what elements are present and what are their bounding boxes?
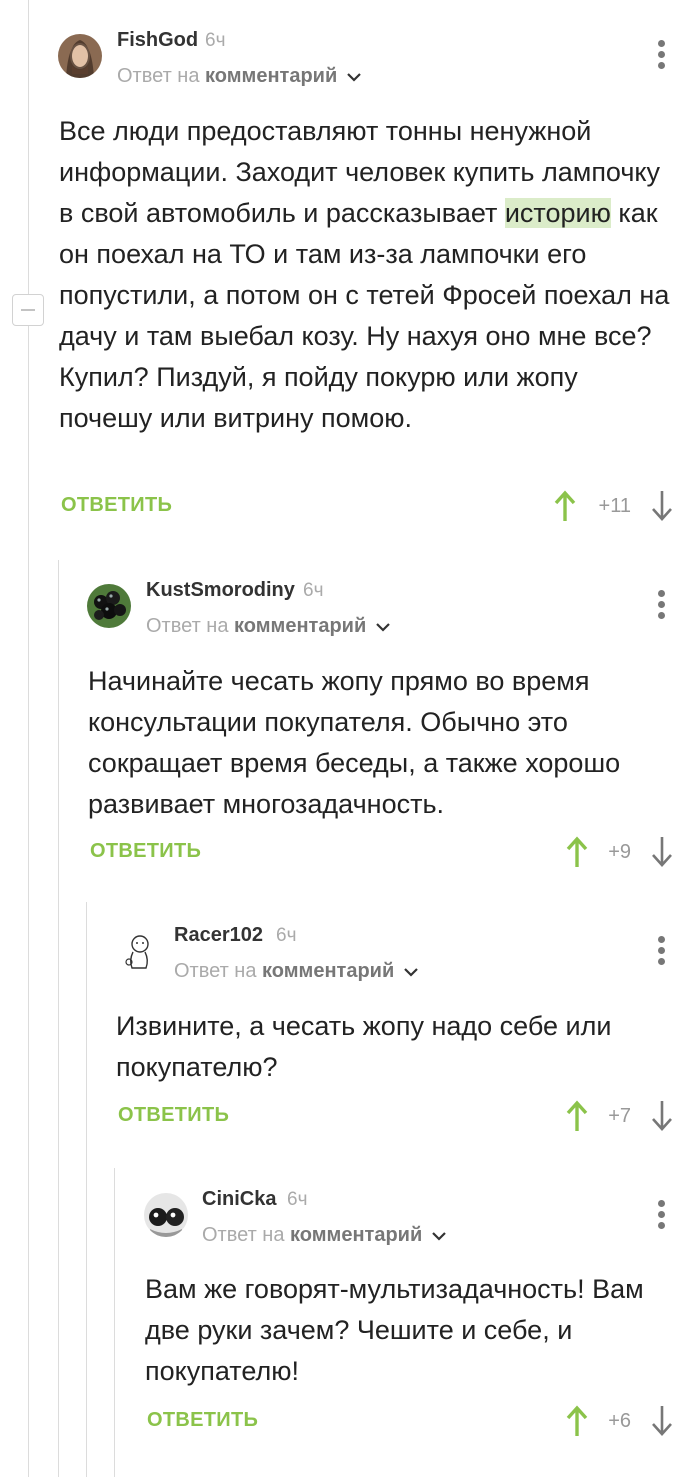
- avatar[interactable]: [116, 930, 160, 974]
- reply-prefix: Ответ на: [174, 960, 257, 982]
- vote-score: +9: [608, 841, 631, 863]
- chevron-down-icon: [432, 1231, 446, 1241]
- comment-time: 6ч: [205, 30, 226, 51]
- more-vert-icon[interactable]: [655, 590, 669, 620]
- reply-to-link[interactable]: Ответ на комментарий: [117, 65, 361, 88]
- author-name[interactable]: KustSmorodiny: [146, 579, 295, 602]
- highlighted-word: историю: [504, 198, 611, 228]
- collapse-thread-button[interactable]: [12, 294, 44, 326]
- reply-target: комментарий: [262, 960, 395, 982]
- comment-text: Извините, а чесать жопу надо себе или по…: [116, 1011, 612, 1082]
- thread-line-level-3: [86, 902, 87, 1477]
- vote-score: +6: [608, 1410, 631, 1432]
- reply-target: комментарий: [290, 1224, 423, 1246]
- comment-text: Начинайте чесать жопу прямо во время кон…: [88, 666, 621, 819]
- reply-prefix: Ответ на: [117, 65, 200, 87]
- reply-button[interactable]: ОТВЕТИТЬ: [118, 1104, 229, 1127]
- more-vert-icon[interactable]: [655, 936, 669, 966]
- thread-line-level-4: [114, 1168, 115, 1477]
- reply-button[interactable]: ОТВЕТИТЬ: [90, 840, 201, 863]
- more-vert-icon[interactable]: [655, 40, 669, 70]
- author-name[interactable]: Racer102: [174, 924, 263, 947]
- chevron-down-icon: [347, 72, 361, 82]
- more-vert-icon[interactable]: [655, 1200, 669, 1230]
- thread-line-level-2: [58, 560, 59, 1477]
- arrow-down-icon[interactable]: [651, 1100, 673, 1132]
- author-name[interactable]: FishGod: [117, 29, 198, 52]
- arrow-down-icon[interactable]: [651, 490, 673, 522]
- chevron-down-icon: [376, 622, 390, 632]
- comment-time: 6ч: [287, 1189, 308, 1210]
- reply-to-link[interactable]: Ответ на комментарий: [146, 615, 390, 638]
- comment-text: Все люди предоставляют тонны ненужной ин…: [59, 116, 670, 433]
- avatar[interactable]: [144, 1193, 188, 1237]
- reply-target: комментарий: [234, 615, 367, 637]
- comment-text: Вам же говорят-мультизадачность! Вам две…: [145, 1274, 644, 1386]
- avatar[interactable]: [87, 584, 131, 628]
- avatar[interactable]: [58, 34, 102, 78]
- vote-score: +11: [598, 495, 631, 517]
- comment-time: 6ч: [276, 925, 297, 946]
- reply-prefix: Ответ на: [202, 1224, 285, 1246]
- thread-line-level-1: [28, 0, 29, 1477]
- vote-score: +7: [608, 1105, 631, 1127]
- author-name[interactable]: CiniCka: [202, 1188, 276, 1211]
- reply-to-link[interactable]: Ответ на комментарий: [174, 960, 418, 983]
- reply-button[interactable]: ОТВЕТИТЬ: [147, 1409, 258, 1432]
- reply-button[interactable]: ОТВЕТИТЬ: [61, 494, 172, 517]
- reply-target: комментарий: [205, 65, 338, 87]
- reply-to-link[interactable]: Ответ на комментарий: [202, 1224, 446, 1247]
- arrow-down-icon[interactable]: [651, 836, 673, 868]
- chevron-down-icon: [404, 967, 418, 977]
- arrow-down-icon[interactable]: [651, 1405, 673, 1437]
- reply-prefix: Ответ на: [146, 615, 229, 637]
- comment-time: 6ч: [303, 580, 324, 601]
